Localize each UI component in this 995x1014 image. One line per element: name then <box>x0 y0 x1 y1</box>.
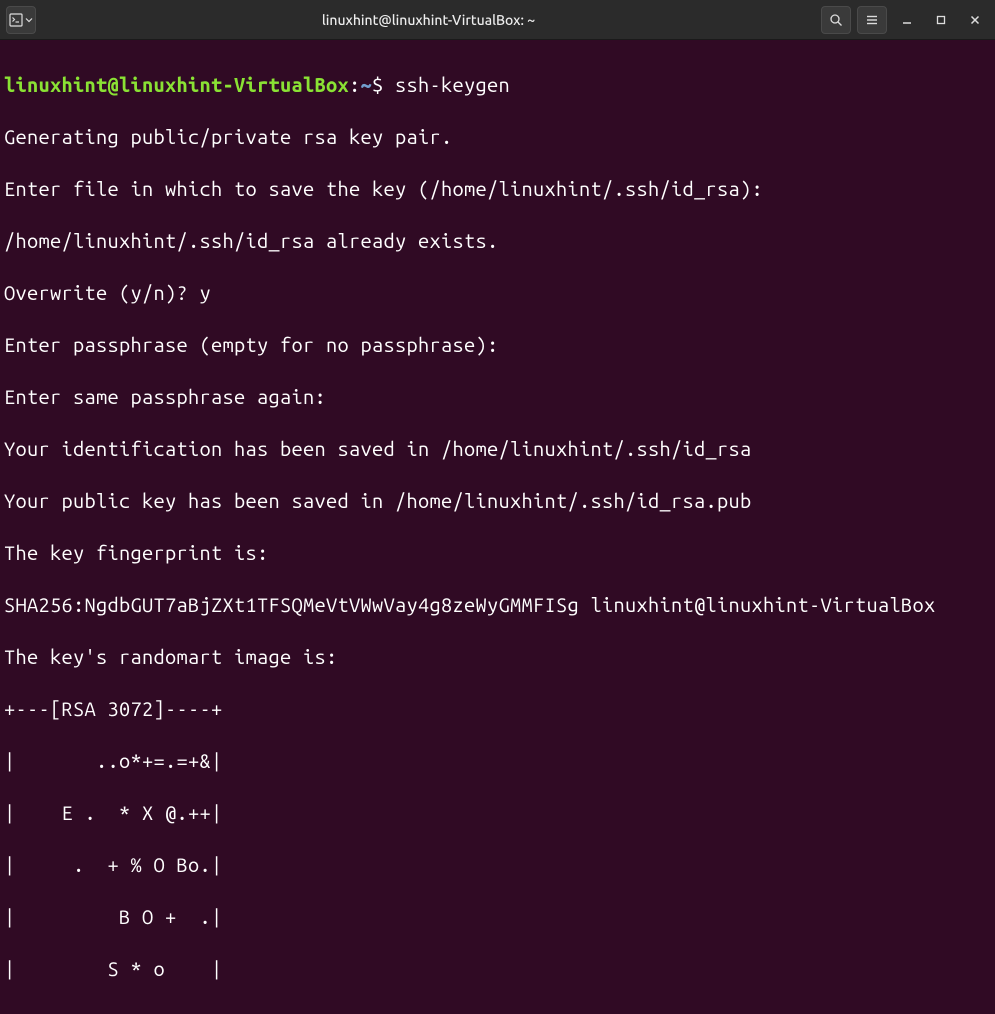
randomart-line: +---[RSA 3072]----+ <box>4 696 991 722</box>
titlebar: linuxhint@linuxhint-VirtualBox: ~ <box>0 0 995 40</box>
maximize-icon <box>935 14 947 26</box>
search-button[interactable] <box>821 6 851 34</box>
maximize-button[interactable] <box>927 6 955 34</box>
output-line: Your identification has been saved in /h… <box>4 436 991 462</box>
output-line: Overwrite (y/n)? y <box>4 280 991 306</box>
terminal-icon <box>9 13 23 27</box>
randomart-line: | E . * X @.++| <box>4 800 991 826</box>
close-button[interactable] <box>961 6 989 34</box>
prompt-user: linuxhint@linuxhint-VirtualBox <box>4 73 349 96</box>
command-text: ssh-keygen <box>395 73 510 96</box>
output-line: /home/linuxhint/.ssh/id_rsa already exis… <box>4 228 991 254</box>
output-line: The key fingerprint is: <box>4 540 991 566</box>
window-title: linuxhint@linuxhint-VirtualBox: ~ <box>36 12 821 28</box>
menu-button[interactable] <box>857 6 887 34</box>
minimize-icon <box>901 14 913 26</box>
randomart-line: | . + % O Bo.| <box>4 852 991 878</box>
new-tab-button[interactable] <box>6 6 36 34</box>
output-line: Generating public/private rsa key pair. <box>4 124 991 150</box>
output-line: Enter passphrase (empty for no passphras… <box>4 332 991 358</box>
output-line: Your public key has been saved in /home/… <box>4 488 991 514</box>
close-icon <box>969 14 981 26</box>
randomart-line: | B O + .| <box>4 904 991 930</box>
terminal-output[interactable]: linuxhint@linuxhint-VirtualBox:~$ ssh-ke… <box>0 40 995 1014</box>
prompt-sep: : <box>349 73 361 96</box>
output-line: Enter file in which to save the key (/ho… <box>4 176 991 202</box>
randomart-line: | S * o | <box>4 956 991 982</box>
chevron-down-icon <box>25 16 33 24</box>
titlebar-right <box>821 6 989 34</box>
randomart-line: | ..o*+=.=+&| <box>4 748 991 774</box>
output-line: Enter same passphrase again: <box>4 384 991 410</box>
hamburger-icon <box>865 13 879 27</box>
titlebar-left <box>6 6 36 34</box>
search-icon <box>829 13 843 27</box>
prompt-dollar: $ <box>372 73 395 96</box>
prompt-line: linuxhint@linuxhint-VirtualBox:~$ ssh-ke… <box>4 72 991 98</box>
output-line: The key's randomart image is: <box>4 644 991 670</box>
prompt-path: ~ <box>361 73 373 96</box>
minimize-button[interactable] <box>893 6 921 34</box>
output-line: SHA256:NgdbGUT7aBjZXt1TFSQMeVtVWwVay4g8z… <box>4 592 991 618</box>
